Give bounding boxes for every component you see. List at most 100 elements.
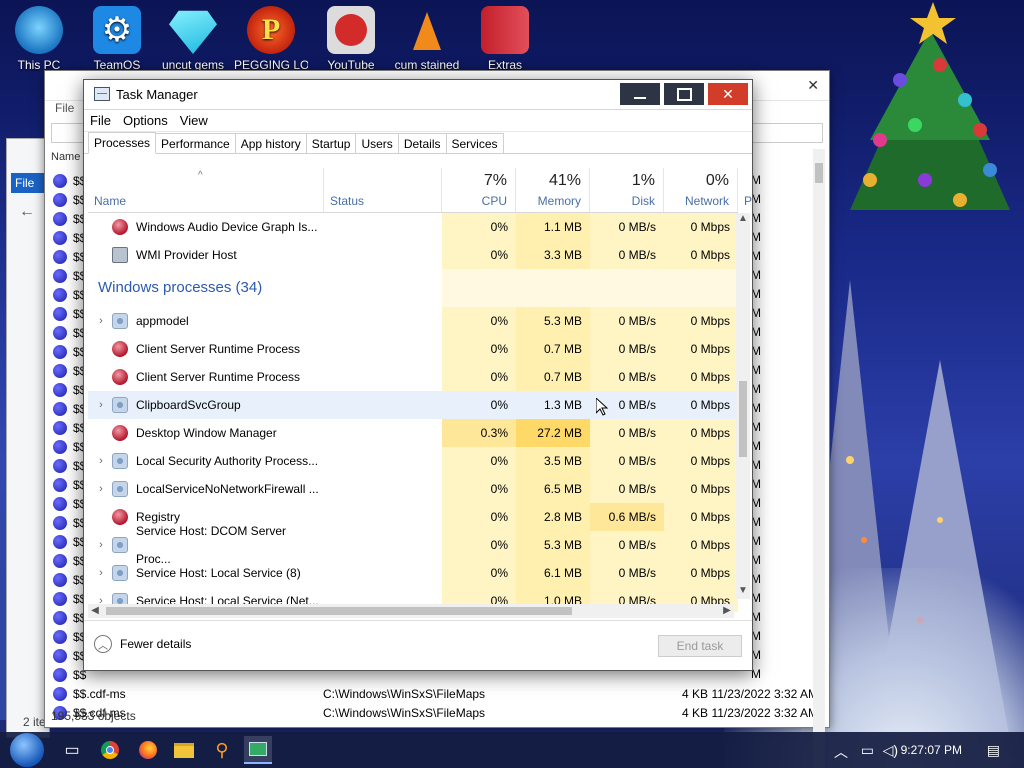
process-name: WMI Provider Host: [136, 248, 237, 262]
file-icon: [53, 439, 67, 454]
process-row[interactable]: Windows Audio Device Graph Is... 0% 1.1 MB…: [88, 213, 738, 241]
desktop-icon-uncut-gems[interactable]: uncut gems: [156, 6, 230, 72]
volume-icon[interactable]: ◁): [883, 742, 898, 759]
start-button[interactable]: [10, 733, 44, 767]
notifications-icon[interactable]: ▤: [987, 742, 1000, 759]
menu-file[interactable]: File: [90, 113, 111, 128]
vertical-scrollbar[interactable]: ▲ ▼: [736, 213, 750, 599]
explorer-file-row[interactable]: $$.cdf-ms C:\Windows\WinSxS\FileMaps 4 KB 1…: [53, 684, 823, 703]
power-column-header[interactable]: P: [738, 168, 752, 212]
chevron-up-icon[interactable]: ︿: [834, 742, 848, 762]
scroll-thumb[interactable]: [739, 381, 747, 457]
task-manager-window[interactable]: Task Manager ✕ File Options View Process…: [83, 79, 753, 671]
end-task-button[interactable]: End task: [658, 635, 742, 657]
date-column-fragment: M: [751, 287, 761, 301]
status-cell: [324, 531, 442, 559]
desktop-icon-pegging-lol[interactable]: P PEGGING LOL: [234, 6, 308, 72]
menu-view[interactable]: View: [180, 113, 208, 128]
net-cell: 0 Mbps: [664, 213, 738, 241]
status-column-header[interactable]: Status: [324, 168, 442, 212]
disk-cell: 0 MB/s: [590, 447, 664, 475]
search-icon[interactable]: ⚲: [208, 736, 236, 764]
window-title: Task Manager: [116, 87, 198, 102]
scroll-down-icon[interactable]: ▼: [736, 585, 750, 599]
chrome-icon[interactable]: [96, 736, 124, 764]
cpu-cell: 0%: [442, 391, 516, 419]
process-name-cell: › ClipboardSvcGroup: [88, 391, 324, 419]
chevron-right-icon[interactable]: ›: [94, 559, 108, 587]
process-row[interactable]: Desktop Window Manager 0.3% 27.2 MB 0 MB/s 0…: [88, 419, 738, 447]
process-row[interactable]: › Service Host: DCOM Server Proc... 0% 5.3 …: [88, 524, 738, 566]
memory-column-header[interactable]: 41% Memory: [516, 168, 590, 212]
tab-app-history[interactable]: App history: [234, 133, 307, 153]
name-column-header[interactable]: ^ Name: [88, 168, 324, 212]
date-column-fragment: M: [751, 477, 761, 491]
process-row[interactable]: › LocalServiceNoNetworkFirewall ... 0% 6.5 …: [88, 475, 738, 503]
firefox-icon[interactable]: [134, 736, 162, 764]
file-icon: [53, 325, 67, 340]
explorer-name-column-header[interactable]: Name: [51, 151, 80, 163]
chevron-right-icon[interactable]: ›: [94, 475, 108, 503]
angry-bird-icon: [327, 6, 375, 54]
process-row[interactable]: › Local Security Authority Process... 0% 3.…: [88, 447, 738, 475]
process-row[interactable]: Client Server Runtime Process 0% 0.7 MB 0 M…: [88, 335, 738, 363]
minimize-button[interactable]: [620, 83, 660, 105]
gear-icon: ⚙: [93, 6, 141, 54]
tab-services[interactable]: Services: [445, 133, 504, 153]
task-manager-taskbar-icon[interactable]: [244, 736, 272, 764]
scroll-thumb[interactable]: [106, 607, 572, 615]
scroll-right-icon[interactable]: ▶: [720, 604, 734, 618]
desktop-icon-youtube[interactable]: YouTube: [314, 6, 388, 72]
scroll-left-icon[interactable]: ◀: [88, 604, 102, 618]
cpu-column-header[interactable]: 7% CPU: [442, 168, 516, 212]
chevron-right-icon[interactable]: ›: [94, 307, 108, 335]
process-row[interactable]: › appmodel 0% 5.3 MB 0 MB/s 0 Mbps: [88, 307, 738, 335]
file-explorer-icon[interactable]: [170, 736, 198, 764]
date-column-fragment: M: [751, 515, 761, 529]
network-column-header[interactable]: 0% Network: [664, 168, 738, 212]
disk-cell: 0.6 MB/s: [590, 503, 664, 531]
fewer-details-label: Fewer details: [120, 637, 192, 651]
clock[interactable]: 9:27:07 PM: [901, 743, 962, 757]
close-button[interactable]: ✕: [708, 83, 748, 105]
tab-startup[interactable]: Startup: [305, 133, 357, 153]
explorer-file-menu[interactable]: File: [55, 101, 74, 115]
chevron-right-icon[interactable]: ›: [94, 391, 108, 419]
maximize-button[interactable]: [664, 83, 704, 105]
file-icon: [53, 458, 67, 473]
disk-column-header[interactable]: 1% Disk: [590, 168, 664, 212]
file-icon: [53, 553, 67, 568]
explorer-file-row[interactable]: $$.cdf-ms C:\Windows\WinSxS\FileMaps 4 KB 1…: [53, 703, 823, 722]
chevron-right-icon[interactable]: ›: [94, 447, 108, 475]
desktop-icon-teamos[interactable]: ⚙ TeamOS: [80, 6, 154, 72]
mem-cell: 1.1 MB: [516, 213, 590, 241]
desktop-icon-cum-stained[interactable]: cum stained: [390, 6, 464, 72]
desktop-icon-extras[interactable]: Extras: [468, 6, 542, 72]
process-row[interactable]: › ClipboardSvcGroup 0% 1.3 MB 0 MB/s 0 Mbps: [88, 391, 738, 419]
explorer-scrollbar[interactable]: [813, 149, 825, 768]
file-icon: [53, 249, 67, 264]
network-icon[interactable]: ▭: [861, 742, 874, 759]
menu-options[interactable]: Options: [123, 113, 168, 128]
close-icon[interactable]: ✕: [807, 77, 819, 94]
tab-users[interactable]: Users: [355, 133, 399, 153]
task-manager-titlebar[interactable]: Task Manager ✕: [84, 80, 752, 110]
back-arrow-icon[interactable]: ←: [19, 203, 35, 221]
desktop-icon-this-pc[interactable]: This PC: [2, 6, 76, 72]
scroll-up-icon[interactable]: ▲: [736, 213, 750, 227]
process-name-cell: › Local Security Authority Process...: [88, 447, 324, 475]
chevron-right-icon[interactable]: ›: [94, 531, 108, 559]
process-row[interactable]: Client Server Runtime Process 0% 0.7 MB 0 M…: [88, 363, 738, 391]
process-row[interactable]: WMI Provider Host 0% 3.3 MB 0 MB/s 0 Mbps: [88, 241, 738, 269]
horizontal-scrollbar[interactable]: ◀ ▶: [88, 604, 734, 618]
tab-performance[interactable]: Performance: [155, 133, 236, 153]
process-row[interactable]: › Service Host: Local Service (8) 0% 6.1 MB…: [88, 559, 738, 587]
tab-details[interactable]: Details: [397, 133, 447, 153]
cpu-total-percent: 7%: [483, 172, 507, 189]
fewer-details-button[interactable]: ︿ Fewer details: [94, 635, 191, 653]
tab-processes[interactable]: Processes: [88, 132, 157, 154]
process-name-cell: WMI Provider Host: [88, 241, 324, 269]
task-view-icon[interactable]: ▭: [58, 736, 86, 764]
net-cell: 0 Mbps: [664, 475, 738, 503]
date-column-fragment: M: [751, 496, 761, 510]
